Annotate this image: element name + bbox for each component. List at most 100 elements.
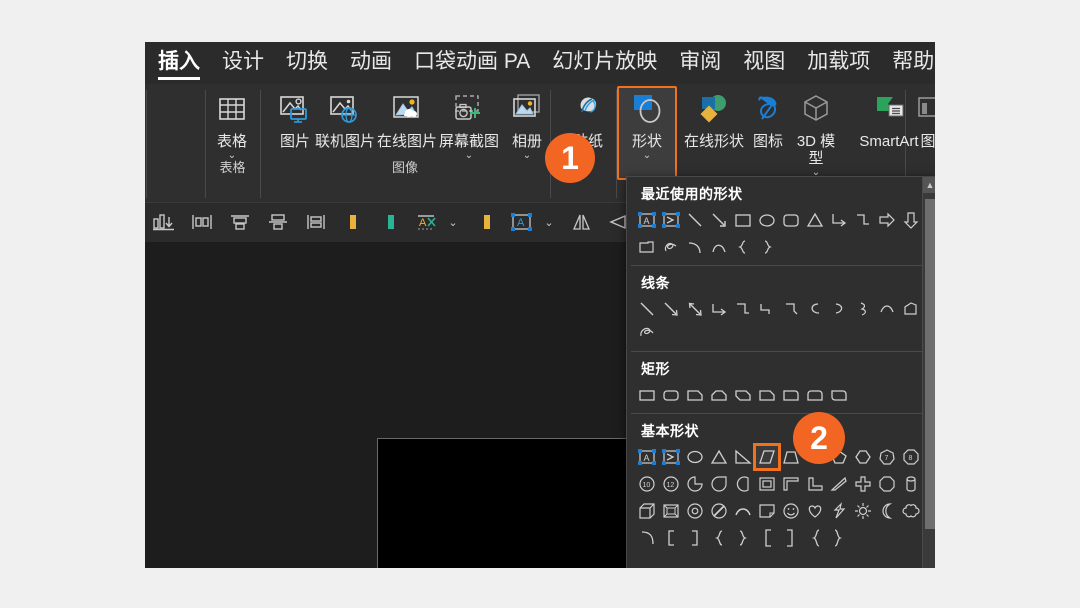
shape-right-brace[interactable] [755, 235, 779, 259]
text-highlight-icon[interactable]: A [411, 207, 443, 237]
shape-scribble-line[interactable] [635, 321, 659, 345]
shape-oval[interactable] [755, 208, 779, 232]
shape-arc-corner[interactable] [635, 526, 659, 550]
shape-right-arrow-callout[interactable] [875, 208, 899, 232]
shape-decagon[interactable]: 10 [635, 472, 659, 496]
highlight-caret-icon[interactable]: ⌄ [445, 207, 461, 237]
shape-right-bracket[interactable] [683, 526, 707, 550]
tab-transitions[interactable]: 切换 [286, 42, 328, 78]
shape-fill-icon[interactable] [475, 207, 499, 237]
shape-donut[interactable] [683, 499, 707, 523]
shape-snip-rect[interactable] [635, 235, 659, 259]
shape-moon[interactable] [875, 499, 899, 523]
shape-left-brace-small[interactable] [707, 526, 731, 550]
model3d-button[interactable]: 3D 模型 ⌄ [791, 88, 841, 178]
shape-regular-octagon[interactable] [875, 472, 899, 496]
shapes-gallery-dropdown[interactable]: 最近使用的形状 A 线条 矩形 基本形状 A 7 8 10 12 ▲ [626, 176, 935, 568]
align-distribute-icon[interactable] [149, 207, 179, 237]
shape-elbow-4[interactable] [779, 297, 803, 321]
shape-teardrop[interactable] [707, 472, 731, 496]
shape-arc-line[interactable] [875, 297, 899, 321]
shape-round-same-side[interactable] [803, 383, 827, 407]
align-top-icon[interactable] [225, 207, 255, 237]
online-shapes-button[interactable]: 在线形状 [679, 88, 749, 150]
shape-elbow-2[interactable] [731, 297, 755, 321]
shape-pie[interactable] [683, 472, 707, 496]
shape-left-bracket[interactable] [659, 526, 683, 550]
gallery-scrollbar[interactable]: ▲ [922, 177, 935, 568]
shape-l-shape[interactable] [803, 472, 827, 496]
shape-line-arrow[interactable] [707, 208, 731, 232]
shape-down-arrow[interactable] [899, 208, 923, 232]
chart-button[interactable]: 图 [913, 88, 935, 150]
shape-line-plain[interactable] [635, 297, 659, 321]
tab-help[interactable]: 帮助 [892, 42, 934, 78]
shape-textbox-arrow[interactable] [659, 208, 683, 232]
shape-line-double-arrow[interactable] [683, 297, 707, 321]
shape-cross[interactable] [851, 472, 875, 496]
shape-elbow-1[interactable] [707, 297, 731, 321]
tab-pocket-animation[interactable]: 口袋动画 PA [414, 42, 530, 78]
shape-line[interactable] [683, 208, 707, 232]
tab-addins[interactable]: 加载项 [807, 42, 870, 78]
shape-snip-single-corner[interactable] [683, 383, 707, 407]
shape-snip-same-side[interactable] [707, 383, 731, 407]
tab-slideshow[interactable]: 幻灯片放映 [552, 42, 657, 78]
shape-curve-1[interactable] [803, 297, 827, 321]
shape-snip-round-corner[interactable] [755, 383, 779, 407]
shape-isosceles-triangle[interactable] [707, 445, 731, 469]
tab-view[interactable]: 视图 [743, 42, 785, 78]
tab-design[interactable]: 设计 [222, 42, 264, 78]
shape-smiley-face[interactable] [779, 499, 803, 523]
shape-line-single-arrow[interactable] [659, 297, 683, 321]
shape-chord[interactable] [731, 472, 755, 496]
shape-right-bracket-big[interactable] [779, 526, 803, 550]
shape-right-brace-big[interactable] [827, 526, 851, 550]
shape-curve[interactable] [707, 235, 731, 259]
text-box-icon[interactable]: A [507, 207, 537, 237]
shape-frame[interactable] [755, 472, 779, 496]
distribute-vertical-icon[interactable] [301, 207, 331, 237]
tab-review[interactable]: 审阅 [679, 42, 721, 78]
shape-cylinder[interactable] [899, 472, 923, 496]
online-picture-button[interactable]: 联机图片 [315, 88, 375, 150]
shape-left-bracket-big[interactable] [755, 526, 779, 550]
shape-cube[interactable] [635, 499, 659, 523]
shape-textbox-arrow-basic[interactable] [659, 445, 683, 469]
shape-snip-diagonal[interactable] [731, 383, 755, 407]
stock-picture-button[interactable]: 在线图片 [377, 88, 437, 150]
shape-rect[interactable] [635, 383, 659, 407]
shape-triangle[interactable] [803, 208, 827, 232]
shape-rounded-rectangle[interactable] [779, 208, 803, 232]
fill-color-green-icon[interactable] [379, 207, 403, 237]
shape-sun[interactable] [851, 499, 875, 523]
shape-l-corner[interactable] [779, 472, 803, 496]
shape-diagonal-stripe[interactable] [827, 472, 851, 496]
shape-elbow-3[interactable] [755, 297, 779, 321]
icons-button[interactable]: 图标 [751, 88, 785, 150]
table-button[interactable]: 表格 ⌄ [203, 88, 261, 161]
shape-heptagon[interactable]: 7 [875, 445, 899, 469]
shape-scribble[interactable] [659, 235, 683, 259]
align-middle-icon[interactable] [263, 207, 293, 237]
shape-no-symbol[interactable] [707, 499, 731, 523]
shapes-button[interactable]: 形状 ⌄ [617, 86, 677, 180]
shape-heart[interactable] [803, 499, 827, 523]
tab-animations[interactable]: 动画 [350, 42, 392, 78]
chevron-down-icon[interactable]: ⌄ [643, 151, 651, 161]
shape-elbow-connector-2[interactable] [851, 208, 875, 232]
fill-color-yellow-icon[interactable] [341, 207, 365, 237]
shape-left-brace[interactable] [731, 235, 755, 259]
shape-textbox-a-basic[interactable]: A [635, 445, 659, 469]
shape-lightning-bolt[interactable] [827, 499, 851, 523]
shape-round-diagonal[interactable] [827, 383, 851, 407]
shape-hexagon[interactable] [851, 445, 875, 469]
textbox-caret-icon[interactable]: ⌄ [541, 207, 557, 237]
shape-curve-2[interactable] [827, 297, 851, 321]
shape-parallelogram[interactable] [753, 443, 781, 471]
shape-right-brace-small[interactable] [731, 526, 755, 550]
shape-cloud[interactable] [899, 499, 923, 523]
shape-rounded-rect[interactable] [659, 383, 683, 407]
shape-arc-basic[interactable] [731, 499, 755, 523]
shape-elbow-connector[interactable] [827, 208, 851, 232]
